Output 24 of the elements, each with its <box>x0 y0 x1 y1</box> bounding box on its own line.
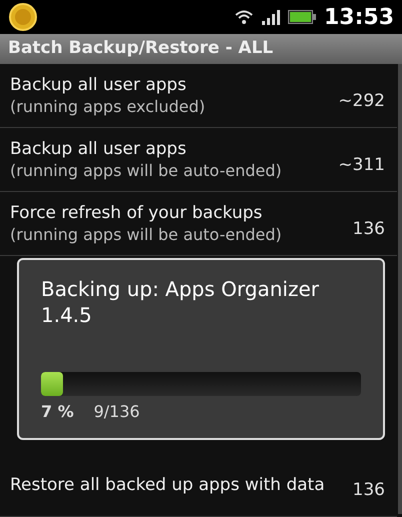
signal-icon <box>262 9 280 25</box>
item-count: ~311 <box>338 154 385 177</box>
item-count: 136 <box>352 478 385 502</box>
list-item[interactable]: Backup all user apps (running apps excluded) ~292 <box>0 64 397 128</box>
list-item[interactable]: Backup all user apps (running apps will be auto-ended) ~311 <box>0 128 397 192</box>
progress-count: 9/136 <box>94 401 140 423</box>
list-item[interactable]: Restore all backed up apps with data 136 <box>0 453 397 517</box>
screen-title: Batch Backup/Restore - ALL <box>8 37 274 60</box>
item-title: Restore all backed up apps with data <box>10 474 325 496</box>
progress-percent: 7 % <box>41 401 74 423</box>
item-subtitle: (running apps will be auto-ended) <box>10 160 282 182</box>
item-title: Force refresh of your backups <box>10 202 262 224</box>
list-item[interactable]: Force refresh of your backups (running apps will be auto-ended) 136 <box>0 192 397 256</box>
dialog-title: Backing up: Apps Organizer 1.4.5 <box>41 276 320 328</box>
item-title: Backup all user apps <box>10 138 186 160</box>
item-count: ~292 <box>338 90 385 113</box>
item-count: 136 <box>352 218 385 241</box>
item-subtitle: (running apps excluded) <box>10 96 206 118</box>
item-title: Backup all user apps <box>10 74 186 96</box>
wifi-icon <box>234 9 254 25</box>
battery-icon <box>288 10 316 24</box>
status-time: 13:53 <box>324 4 394 32</box>
app-badge-icon <box>8 2 38 32</box>
item-subtitle: (running apps will be auto-ended) <box>10 224 282 246</box>
